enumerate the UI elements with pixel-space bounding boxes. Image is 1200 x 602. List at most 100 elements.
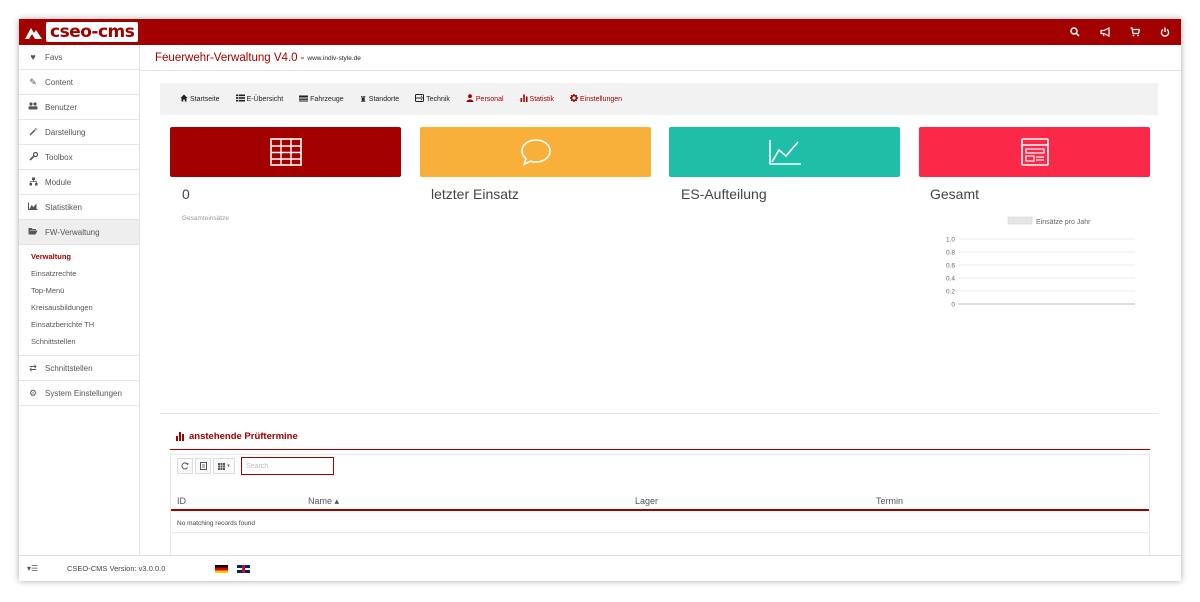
nav-personal[interactable]: Personal [466, 94, 504, 104]
y-tick-label: 0 [951, 302, 955, 309]
bar-chart-icon [176, 432, 184, 441]
nav-statistik[interactable]: Statistik [520, 94, 554, 104]
nav-label: Standorte [368, 95, 400, 103]
sidebar-item-module[interactable]: Module [19, 170, 139, 195]
sidebar-item-label: Module [45, 177, 72, 187]
table-header: ID Name ▴ Lager Termin [171, 492, 1149, 511]
column-lager[interactable]: Lager [635, 496, 658, 506]
tile-sublabel: Gesamteinsätze [182, 215, 229, 222]
sidebar-item-label: Content [45, 77, 74, 87]
module-navbar: Startseite E-Übersicht Fahrzeuge ♜ Stand… [160, 83, 1158, 115]
search-icon[interactable] [1069, 27, 1081, 37]
home-icon [180, 94, 188, 104]
sidebar-item-content[interactable]: ✎ Content [19, 70, 139, 95]
column-name[interactable]: Name ▴ [308, 496, 339, 507]
sidebar-item-label: Schnittstellen [45, 363, 93, 373]
hdd-icon [415, 94, 425, 104]
sidebar-item-system-einstellungen[interactable]: ⚙ System Einstellungen [19, 381, 139, 406]
columns-dropdown[interactable]: ▾ [213, 458, 235, 474]
pruefungen-table: ▾ ID Name ▴ Lager Termin No matching rec… [170, 454, 1150, 560]
y-tick-label: 0.6 [946, 263, 955, 270]
sidebar-item-label: Benutzer [45, 102, 78, 112]
nav-standorte[interactable]: ♜ Standorte [360, 95, 400, 104]
legend-label: Einsätze pro Jahr [1036, 219, 1091, 226]
tile-label-letzter-einsatz: letzter Einsatz [431, 186, 519, 202]
logo-mark-icon [25, 28, 42, 39]
cog-icon [570, 94, 579, 104]
dashboard-tiles [170, 127, 1150, 177]
empty-message: No matching records found [177, 520, 256, 527]
panel-title-text: anstehende Prüftermine [189, 431, 298, 442]
main-content: Feuerwehr-Verwaltung V4.0 - www.indiv-st… [140, 45, 1181, 560]
sidebar-subitem-verwaltung[interactable]: Verwaltung [19, 248, 139, 265]
sidebar-subitem-top-menu[interactable]: Top-Menü [19, 282, 139, 299]
column-termin[interactable]: Termin [876, 496, 903, 506]
megaphone-icon[interactable] [1099, 27, 1111, 37]
y-tick-label: 0.8 [946, 250, 955, 257]
table-icon [269, 138, 302, 166]
tile-gesamt[interactable] [919, 127, 1150, 177]
title-separator: - [300, 51, 305, 64]
cart-icon[interactable] [1129, 27, 1141, 37]
top-bar: cseo-cms [19, 19, 1181, 45]
nav-e-uebersicht[interactable]: E-Übersicht [235, 94, 284, 104]
footer: ▾☰ CSEO-CMS Version: v3.0.0.0 [19, 555, 1181, 581]
nav-label: E-Übersicht [246, 95, 284, 103]
refresh-button[interactable] [177, 458, 193, 474]
sidebar-item-label: Statistiken [45, 202, 82, 212]
sidebar-item-schnittstellen[interactable]: ⇄ Schnittstellen [19, 356, 139, 381]
nav-startseite[interactable]: Startseite [180, 94, 220, 104]
sidebar-subitem-einsatzrechte[interactable]: Einsatzrechte [19, 265, 139, 282]
nav-label: Technik [426, 95, 450, 103]
table-search-input[interactable] [241, 457, 334, 475]
nav-label: Einstellungen [580, 95, 623, 103]
tile-label-gesamt: Gesamt [930, 186, 980, 202]
cogs-icon: ⚙ [28, 387, 38, 398]
sidebar-subitem-schnittstellen[interactable]: Schnittstellen [19, 333, 139, 350]
logo-text: cseo-cms [46, 22, 139, 42]
nav-einstellungen[interactable]: Einstellungen [570, 94, 622, 104]
sidebar-item-toolbox[interactable]: Toolbox [19, 145, 139, 170]
sidebar-item-benutzer[interactable]: Benutzer [19, 95, 139, 120]
panel-rule [170, 449, 1150, 450]
exchange-icon: ⇄ [29, 362, 37, 373]
tile-es-aufteilung[interactable] [669, 127, 900, 177]
power-icon[interactable] [1159, 27, 1171, 37]
sidebar-item-darstellung[interactable]: Darstellung [19, 120, 139, 145]
sidebar-subitem-kreisausbildungen[interactable]: Kreisausbildungen [19, 299, 139, 316]
refresh-icon [181, 462, 189, 470]
version-text: CSEO-CMS Version: v3.0.0.0 [67, 564, 166, 573]
truck-icon [299, 95, 309, 104]
column-id[interactable]: ID [177, 496, 186, 506]
comment-icon [520, 139, 551, 167]
nav-label: Startseite [190, 95, 220, 103]
page-title: Feuerwehr-Verwaltung V4.0 [155, 51, 298, 64]
menu-toggle-icon[interactable]: ▾☰ [27, 564, 47, 573]
user-icon [466, 94, 474, 104]
tile-letzter-einsatz[interactable] [420, 127, 651, 177]
logo[interactable]: cseo-cms [23, 22, 139, 42]
nav-technik[interactable]: Technik [415, 94, 450, 104]
y-tick-label: 0.2 [946, 289, 955, 296]
uk-flag-icon[interactable] [237, 564, 251, 573]
sidebar-subitem-einsatzberichte-th[interactable]: Einsatzberichte TH [19, 316, 139, 333]
sidebar-item-fw-verwaltung[interactable]: FW-Verwaltung [19, 220, 139, 245]
folder-open-icon [27, 227, 39, 237]
tile-einsaetze[interactable] [170, 127, 401, 177]
sidebar-item-statistiken[interactable]: Statistiken [19, 195, 139, 220]
page-header: Feuerwehr-Verwaltung V4.0 - www.indiv-st… [140, 45, 1181, 71]
list-alt-icon [199, 462, 207, 470]
users-icon [27, 102, 39, 112]
table-toolbar: ▾ [177, 457, 334, 475]
sidebar-item-favs[interactable]: ♥ Favs [19, 45, 139, 70]
toggle-view-button[interactable] [195, 458, 211, 474]
nav-label: Fahrzeuge [310, 95, 344, 103]
wrench-icon [27, 151, 39, 163]
german-flag-icon[interactable] [215, 564, 229, 573]
grid-icon [218, 462, 226, 470]
nav-fahrzeuge[interactable]: Fahrzeuge [299, 95, 344, 104]
sitemap-icon [27, 177, 39, 188]
section-divider [160, 413, 1158, 414]
page-url[interactable]: www.indiv-style.de [307, 55, 360, 62]
building-icon: ♜ [359, 94, 367, 104]
